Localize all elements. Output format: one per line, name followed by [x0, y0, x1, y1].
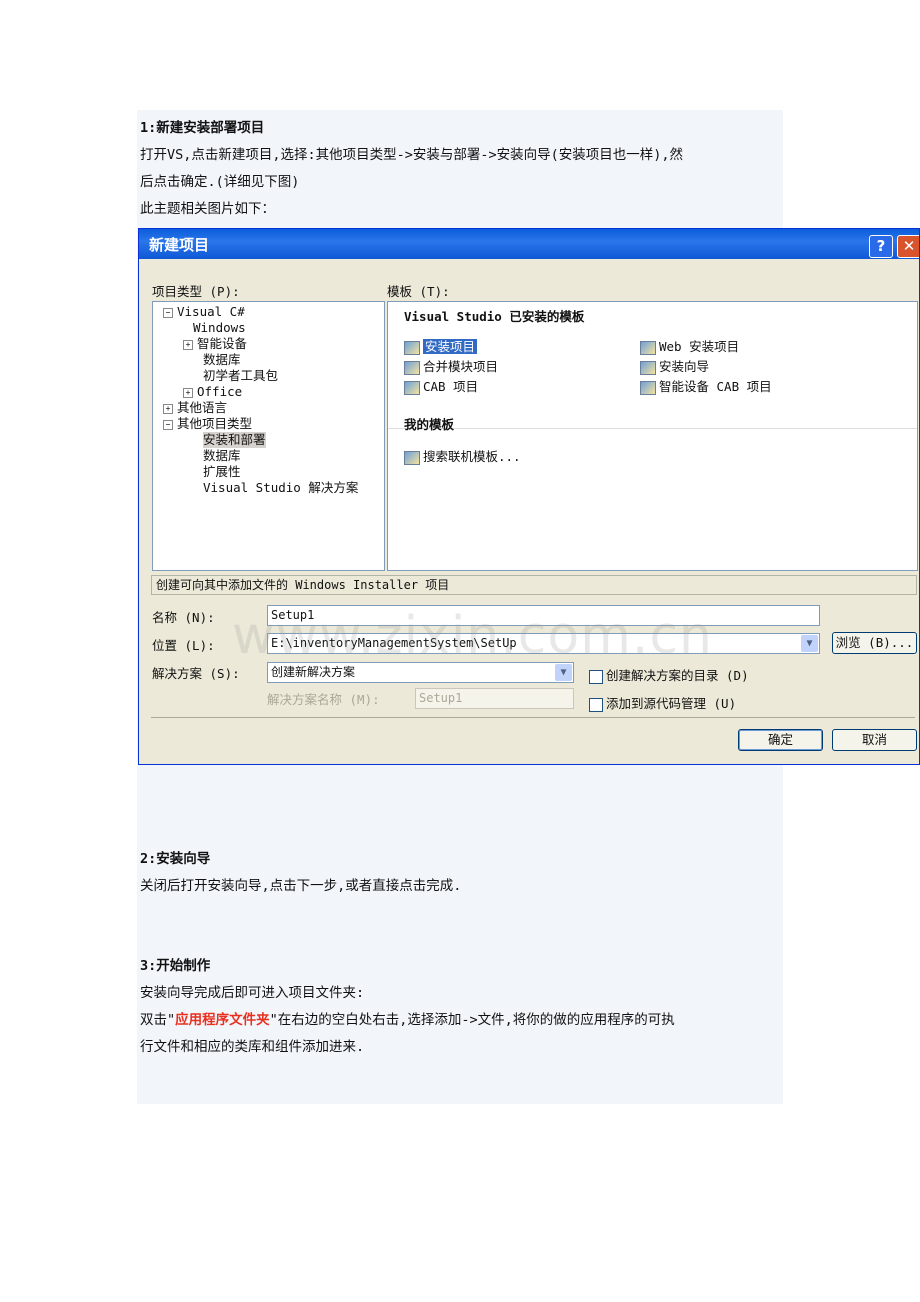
- solution-name-label: 解决方案名称 (M):: [267, 692, 380, 707]
- section-1-line-1: 打开VS,点击新建项目,选择:其他项目类型->安装与部署->安装向导(安装项目也…: [140, 147, 684, 163]
- section-1-heading: 1:新建安装部署项目: [140, 120, 265, 136]
- setup-wizard-icon: [640, 360, 656, 375]
- templates-list[interactable]: Visual Studio 已安装的模板 安装项目 合并模块项目 CAB 项目 …: [387, 301, 918, 571]
- tree-item-other-languages[interactable]: + 其他语言: [163, 400, 227, 416]
- section-2-heading: 2:安装向导: [140, 851, 211, 867]
- dialog-title: 新建项目: [149, 236, 210, 254]
- project-types-label: 项目类型 (P):: [152, 284, 240, 299]
- template-merge-module[interactable]: 合并模块项目: [404, 356, 498, 375]
- close-icon[interactable]: ✕: [897, 235, 919, 258]
- name-label: 名称 (N):: [152, 610, 215, 625]
- watermark: www.zixin.com.cn: [232, 606, 713, 666]
- tree-item-other-project-types[interactable]: − 其他项目类型: [163, 416, 252, 432]
- my-templates-header: 我的模板: [404, 417, 455, 432]
- template-smart-device-cab[interactable]: 智能设备 CAB 项目: [640, 376, 772, 395]
- section-2-line-1: 关闭后打开安装向导,点击下一步,或者直接点击完成.: [140, 878, 462, 894]
- solution-value: 创建新解决方案: [271, 665, 356, 679]
- section-1-line-3: 此主题相关图片如下：: [140, 201, 275, 217]
- location-label: 位置 (L):: [152, 638, 215, 653]
- chevron-down-icon[interactable]: ▼: [555, 664, 572, 681]
- project-types-tree[interactable]: − Visual C# Windows + 智能设备 数据库 初学者工具包 + Off…: [152, 301, 385, 571]
- tree-item-database[interactable]: 数据库: [203, 352, 241, 368]
- ok-button[interactable]: 确定: [738, 729, 823, 751]
- template-description: 创建可向其中添加文件的 Windows Installer 项目: [151, 575, 917, 595]
- help-icon[interactable]: ?: [869, 235, 893, 258]
- tree-item-smart-device[interactable]: + 智能设备: [183, 336, 247, 352]
- installed-templates-header: Visual Studio 已安装的模板: [404, 309, 585, 324]
- tree-item-database-2[interactable]: 数据库: [203, 448, 241, 464]
- section-3-line-3: 行文件和相应的类库和组件添加进来.: [140, 1039, 365, 1055]
- new-project-dialog: 新建项目 ? ✕ 项目类型 (P): 模板 (T): ▦ ☰ −Visual C…: [138, 228, 920, 765]
- solution-name-field[interactable]: Setup1: [415, 688, 574, 709]
- tree-item-visual-csharp[interactable]: − Visual C#: [163, 304, 245, 320]
- tree-item-extensibility[interactable]: 扩展性: [203, 464, 241, 480]
- template-setup-wizard[interactable]: 安装向导: [640, 356, 709, 375]
- template-cab-project[interactable]: CAB 项目: [404, 376, 478, 395]
- section-3-heading: 3:开始制作: [140, 958, 211, 974]
- tree-item-windows[interactable]: Windows: [193, 320, 246, 336]
- section-3-line-1: 安装向导完成后即可进入项目文件夹:: [140, 985, 365, 1001]
- section-1-line-2: 后点击确定.(详细见下图): [140, 174, 300, 190]
- merge-module-icon: [404, 360, 420, 375]
- setup-project-icon: [404, 340, 420, 355]
- cancel-button[interactable]: 取消: [832, 729, 917, 751]
- cab-project-icon: [404, 380, 420, 395]
- tree-item-setup-deployment[interactable]: 安装和部署: [203, 432, 266, 448]
- tree-item-vs-solutions[interactable]: Visual Studio 解决方案: [203, 480, 358, 496]
- template-setup-project[interactable]: 安装项目: [404, 336, 478, 355]
- search-online-icon: [404, 450, 420, 465]
- browse-button[interactable]: 浏览 (B)...: [832, 632, 917, 654]
- tree-item-office[interactable]: + Office: [183, 384, 242, 400]
- templates-label: 模板 (T):: [387, 284, 450, 299]
- tree-item-starter-kits[interactable]: 初学者工具包: [203, 368, 278, 384]
- smart-device-cab-icon: [640, 380, 656, 395]
- template-search-online[interactable]: 搜索联机模板...: [404, 446, 521, 465]
- solution-label: 解决方案 (S):: [152, 666, 240, 681]
- add-source-control-checkbox[interactable]: 添加到源代码管理 (U): [589, 693, 736, 712]
- dialog-titlebar: 新建项目 ? ✕: [139, 229, 919, 259]
- app-folder-highlight: 应用程序文件夹: [175, 1012, 270, 1028]
- web-setup-icon: [640, 340, 656, 355]
- template-web-setup[interactable]: Web 安装项目: [640, 336, 739, 355]
- section-3-line-2: 双击"应用程序文件夹"在右边的空白处右击,选择添加->文件,将你的做的应用程序的…: [140, 1012, 675, 1028]
- create-solution-dir-checkbox[interactable]: 创建解决方案的目录 (D): [589, 665, 749, 684]
- chevron-down-icon[interactable]: ▼: [801, 635, 818, 652]
